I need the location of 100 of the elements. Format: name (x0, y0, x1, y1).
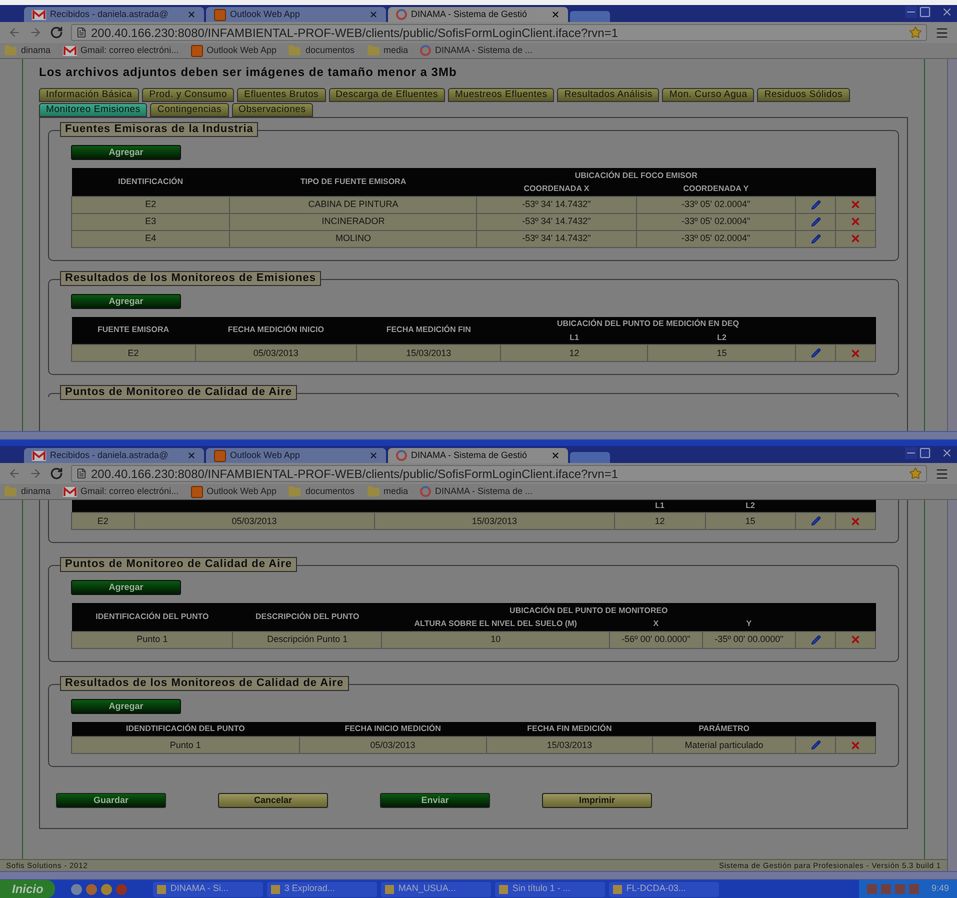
vertical-scrollbar[interactable] (947, 500, 957, 871)
reload-icon[interactable] (50, 467, 63, 480)
edit-icon[interactable] (810, 234, 820, 244)
form-button[interactable]: Cancelar (218, 793, 328, 808)
mail-icon (32, 450, 46, 460)
reload-icon[interactable] (50, 26, 63, 39)
form-tab[interactable]: Efluentes Brutos (237, 88, 326, 102)
column-header: L1 (500, 332, 648, 344)
form-tab[interactable]: Información Básica (39, 88, 140, 102)
close-icon[interactable] (369, 451, 378, 460)
add-button[interactable]: Agregar (71, 294, 181, 308)
edit-icon[interactable] (810, 634, 820, 644)
bookmark[interactable]: documentos (288, 484, 354, 498)
horizontal-scrollbar[interactable] (0, 871, 957, 880)
bookmark[interactable]: Outlook Web App (190, 44, 276, 58)
add-button[interactable]: Agregar (71, 698, 181, 714)
taskbar-item[interactable]: MAN_USUA... (381, 882, 492, 896)
add-button[interactable]: Agregar (71, 580, 181, 595)
minimize-icon[interactable] (905, 6, 917, 18)
quick-launch-icon[interactable] (71, 884, 82, 894)
menu-icon[interactable] (935, 466, 949, 480)
bookmark[interactable]: media (366, 44, 408, 58)
quick-launch-icon[interactable] (86, 884, 98, 894)
delete-icon[interactable] (850, 516, 861, 526)
delete-icon[interactable] (850, 233, 861, 244)
form-button[interactable]: Enviar (380, 793, 490, 808)
tray-icon[interactable] (881, 884, 892, 894)
back-icon[interactable] (8, 26, 21, 39)
close-icon[interactable] (369, 10, 378, 19)
close-icon[interactable] (187, 451, 196, 460)
restore-icon[interactable] (919, 447, 931, 459)
browser-tab[interactable]: DINAMA - Sistema de Gestió (388, 7, 568, 22)
add-button[interactable]: Agregar (71, 145, 181, 160)
address-field[interactable]: 200.40.166.230:8080/INFAMBIENTAL-PROF-WEB/clients/public/SofisFormLoginClient.iface?rvn=1 (71, 465, 927, 482)
star-icon[interactable] (909, 26, 922, 39)
taskbar-item[interactable]: Sin título 1 - ... (495, 882, 606, 896)
forward-icon[interactable] (29, 467, 42, 480)
bookmark[interactable]: Gmail: correo electróni... (62, 44, 179, 58)
form-button[interactable]: Imprimir (542, 793, 652, 808)
bookmark[interactable]: media (366, 484, 408, 498)
form-tab[interactable]: Resultados Análisis (557, 88, 660, 102)
delete-icon[interactable] (850, 199, 861, 210)
form-tab[interactable]: Contingencias (150, 103, 229, 117)
bookmark[interactable]: dinama (4, 484, 51, 498)
browser-tab[interactable]: Recibidos - daniela.astrada@ (24, 7, 204, 22)
delete-icon[interactable] (850, 740, 861, 750)
browser-tab[interactable]: DINAMA - Sistema de Gestió (388, 448, 568, 463)
edit-icon[interactable] (810, 516, 820, 526)
delete-icon[interactable] (850, 348, 861, 358)
forward-icon[interactable] (29, 26, 42, 39)
back-icon[interactable] (8, 467, 21, 480)
edit-icon[interactable] (810, 740, 820, 750)
form-tab[interactable]: Residuos Sólidos (757, 88, 850, 102)
form-tab[interactable]: Descarga de Efluentes (328, 88, 446, 102)
close-icon[interactable] (551, 10, 560, 19)
taskbar-item[interactable]: DINAMA - Si... (153, 882, 264, 896)
form-tab[interactable]: Monitoreo Emisiones (39, 103, 148, 117)
restore-icon[interactable] (919, 6, 931, 18)
tray-icon[interactable] (867, 884, 878, 894)
bookmark[interactable]: Gmail: correo electróni... (62, 484, 179, 498)
delete-icon[interactable] (850, 634, 861, 645)
address-field[interactable]: 200.40.166.230:8080/INFAMBIENTAL-PROF-WEB/clients/public/SofisFormLoginClient.iface?rvn=1 (71, 24, 927, 41)
browser-tab[interactable]: Outlook Web App (206, 448, 386, 463)
start-button[interactable]: Inicio (0, 880, 56, 898)
table-cell: INCINERADOR (230, 213, 477, 230)
close-icon[interactable] (941, 6, 953, 18)
bookmark[interactable]: DINAMA - Sistema de ... (420, 484, 533, 498)
quick-launch-icon[interactable] (116, 884, 128, 894)
form-tab[interactable]: Mon. Curso Agua (662, 88, 754, 102)
bookmark[interactable]: dinama (4, 44, 51, 58)
close-icon[interactable] (941, 447, 953, 459)
quick-launch-icon[interactable] (101, 884, 112, 894)
menu-icon[interactable] (935, 26, 949, 40)
table-cell: 15/03/2013 (486, 736, 653, 754)
edit-icon[interactable] (810, 200, 820, 210)
close-icon[interactable] (551, 451, 560, 460)
form-tab[interactable]: Observaciones (232, 103, 313, 117)
table-cell: Punto 1 (72, 736, 300, 754)
star-icon[interactable] (909, 467, 922, 480)
horizontal-scrollbar[interactable] (0, 431, 957, 440)
vertical-scrollbar[interactable] (947, 59, 957, 431)
close-icon[interactable] (187, 10, 196, 19)
tray-icon[interactable] (909, 884, 920, 894)
taskbar-item[interactable]: 3 Explorad... (267, 882, 378, 896)
edit-icon[interactable] (810, 216, 820, 226)
tray-icon[interactable] (895, 884, 906, 894)
minimize-icon[interactable] (905, 447, 917, 459)
table-cell: Descripción Punto 1 (232, 631, 382, 648)
form-tab[interactable]: Prod. y Consumo (142, 88, 234, 102)
taskbar-item[interactable]: FL-DCDA-03... (609, 882, 720, 896)
bookmark[interactable]: Outlook Web App (190, 484, 276, 498)
table-cell: E2 (72, 344, 196, 362)
browser-tab[interactable]: Outlook Web App (206, 7, 386, 22)
delete-icon[interactable] (850, 216, 861, 227)
bookmark[interactable]: documentos (288, 44, 354, 58)
form-tab[interactable]: Muestreos Efluentes (448, 88, 554, 102)
edit-icon[interactable] (810, 348, 820, 358)
form-button[interactable]: Guardar (56, 793, 166, 808)
bookmark[interactable]: DINAMA - Sistema de ... (420, 44, 533, 58)
browser-tab[interactable]: Recibidos - daniela.astrada@ (24, 448, 204, 463)
